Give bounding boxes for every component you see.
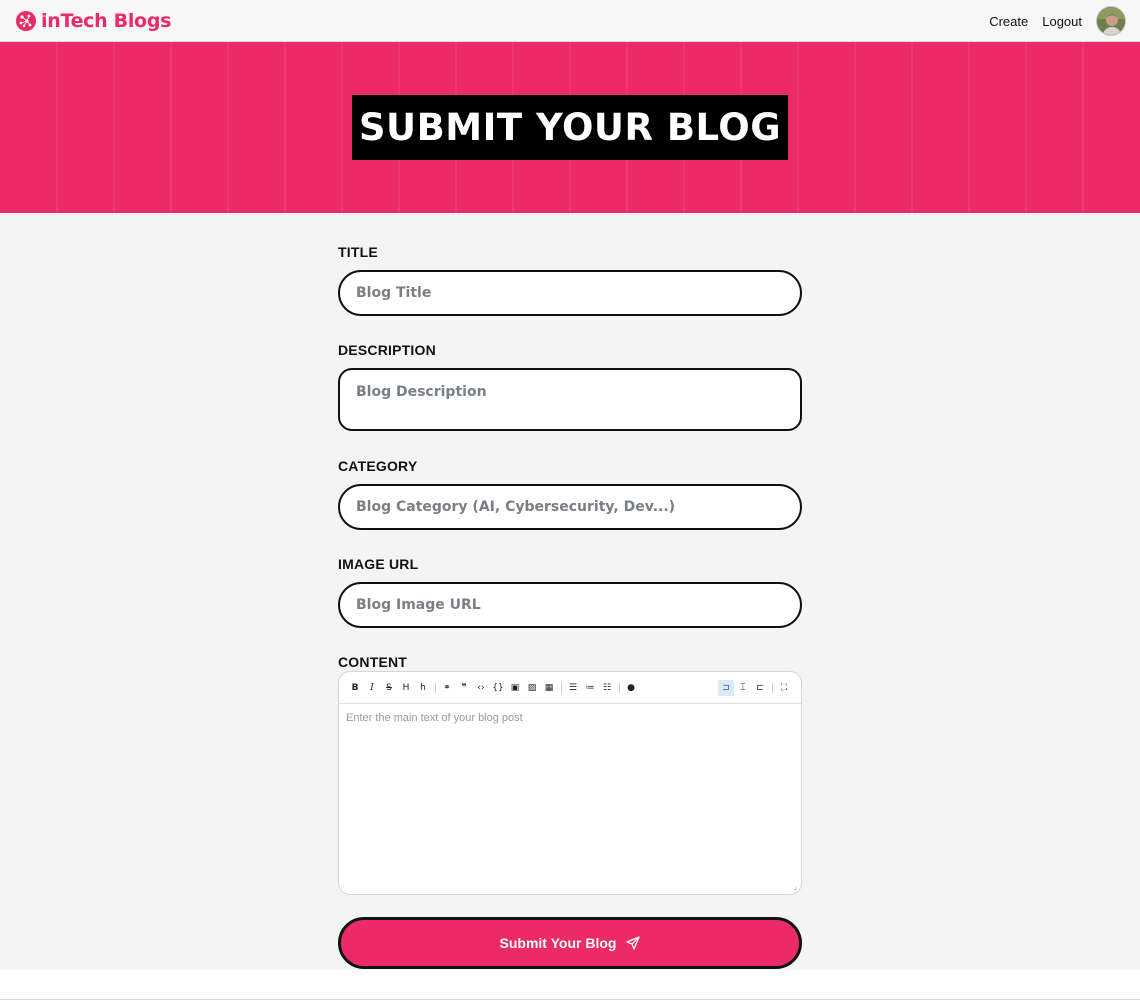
send-icon	[626, 936, 641, 950]
edit-mode-icon[interactable]: ⊐	[718, 680, 734, 696]
heading-icon[interactable]: H	[398, 680, 414, 696]
page-title: SUBMIT YOUR BLOG	[358, 106, 782, 149]
submit-blog-button[interactable]: Submit Your Blog	[338, 917, 802, 969]
footer-strip	[0, 970, 1140, 1000]
heading-small-icon[interactable]: h	[415, 680, 431, 696]
bullet-list-icon[interactable]: ☰	[565, 680, 581, 696]
code-block-icon[interactable]: {}	[490, 680, 506, 696]
help-icon[interactable]: ●	[623, 680, 639, 696]
submit-label: Submit Your Blog	[499, 935, 617, 951]
hero-banner: SUBMIT YOUR BLOG	[0, 42, 1140, 213]
quote-icon[interactable]: ❞	[456, 680, 472, 696]
code-icon[interactable]: ‹›	[473, 680, 489, 696]
brand-logo[interactable]: inTech Blogs	[14, 7, 171, 35]
toolbar-divider	[435, 681, 436, 694]
nav-logout-link[interactable]: Logout	[1042, 14, 1082, 29]
live-mode-icon[interactable]: ⌶	[735, 680, 751, 696]
category-label: CATEGORY	[338, 458, 418, 474]
brand-name: inTech Blogs	[41, 10, 172, 32]
category-input[interactable]	[338, 484, 802, 530]
title-input[interactable]	[338, 270, 802, 316]
link-icon[interactable]: ⚭	[439, 680, 455, 696]
checklist-icon[interactable]: ☷	[599, 680, 615, 696]
editor-mode-controls: ⊐ ⌶ ⊏ ⛶	[718, 680, 793, 696]
content-label: CONTENT	[338, 654, 408, 670]
user-avatar[interactable]	[1096, 6, 1126, 36]
description-textarea[interactable]	[338, 368, 802, 431]
brain-logo-icon	[16, 11, 36, 31]
toolbar-divider	[561, 681, 562, 694]
italic-icon[interactable]: I	[364, 680, 380, 696]
markdown-editor: B I S H h ⚭ ❞ ‹› {} ▣ ▨ ▦ ☰ ≔ ☷ ● ⊐ ⌶ ⊏ …	[338, 671, 802, 895]
preview-mode-icon[interactable]: ⊏	[752, 680, 768, 696]
comment-icon[interactable]: ▣	[507, 680, 523, 696]
toolbar-divider	[619, 681, 620, 694]
description-label: DESCRIPTION	[338, 342, 436, 358]
hero-title-box: SUBMIT YOUR BLOG	[352, 95, 788, 160]
toolbar-divider	[772, 682, 773, 694]
fullscreen-icon[interactable]: ⛶	[776, 680, 792, 696]
image-icon[interactable]: ▨	[524, 680, 540, 696]
top-navbar: inTech Blogs Create Logout	[0, 0, 1140, 42]
title-label: TITLE	[338, 244, 378, 260]
nav-create-link[interactable]: Create	[989, 14, 1028, 29]
bold-icon[interactable]: B	[347, 680, 363, 696]
ordered-list-icon[interactable]: ≔	[582, 680, 598, 696]
image-url-label: IMAGE URL	[338, 556, 419, 572]
table-icon[interactable]: ▦	[541, 680, 557, 696]
editor-placeholder[interactable]: Enter the main text of your blog post	[346, 712, 523, 724]
image-url-input[interactable]	[338, 582, 802, 628]
resize-handle-icon[interactable]: ⌟	[793, 882, 797, 891]
strikethrough-icon[interactable]: S	[381, 680, 397, 696]
nav-links: Create Logout	[989, 5, 1126, 37]
editor-toolbar: B I S H h ⚭ ❞ ‹› {} ▣ ▨ ▦ ☰ ≔ ☷ ● ⊐ ⌶ ⊏ …	[339, 672, 801, 704]
avatar-image-icon	[1097, 7, 1125, 35]
